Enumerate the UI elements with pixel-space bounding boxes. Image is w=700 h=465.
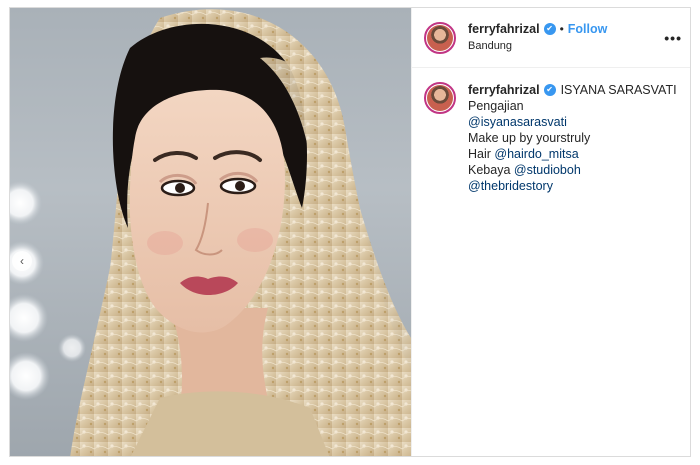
caption-line: Make up by yourstruly	[468, 131, 591, 145]
post-photo[interactable]: ‹	[10, 8, 411, 456]
mention-link[interactable]: @studioboh	[514, 162, 581, 178]
chevron-left-icon: ‹	[20, 254, 24, 268]
mention-link[interactable]: @thebridestory	[468, 178, 553, 194]
avatar[interactable]	[424, 21, 456, 54]
caption-line: Pengajian	[468, 99, 524, 113]
verified-badge-icon: ✔	[543, 84, 556, 96]
more-options-icon[interactable]: •••	[664, 30, 682, 46]
caption-username[interactable]: ferryfahrizal	[468, 82, 540, 98]
separator-dot: •	[559, 22, 564, 36]
header-text: ferryfahrizal ✔ • Follow Bandung	[468, 21, 607, 54]
light-bulb	[10, 352, 50, 400]
previous-photo-button[interactable]: ‹	[12, 251, 32, 271]
caption-title: ISYANA SARASVATI	[560, 83, 677, 97]
mention-link[interactable]: @hairdo_mitsa	[494, 146, 578, 162]
portrait-illustration	[10, 9, 411, 456]
post-username[interactable]: ferryfahrizal	[468, 21, 540, 37]
caption-kebaya-label: Kebaya	[468, 163, 514, 177]
light-bulb	[10, 181, 42, 225]
follow-button[interactable]: Follow	[568, 21, 608, 37]
light-bulb	[10, 294, 48, 342]
caption-text: ferryfahrizal ✔ ISYANA SARASVATI Pengaji…	[468, 82, 677, 194]
instagram-post-card: ‹ ferryfahrizal ✔ • Follow Bandung ••• f…	[9, 7, 691, 457]
light-bulb	[58, 334, 86, 362]
post-location[interactable]: Bandung	[468, 38, 607, 54]
post-side-panel: ferryfahrizal ✔ • Follow Bandung ••• fer…	[411, 8, 690, 456]
caption-block: ferryfahrizal ✔ ISYANA SARASVATI Pengaji…	[412, 68, 690, 194]
caption-avatar[interactable]	[424, 82, 456, 114]
verified-badge-icon: ✔	[543, 23, 556, 35]
post-header: ferryfahrizal ✔ • Follow Bandung •••	[412, 8, 690, 68]
caption-hair-label: Hair	[468, 147, 495, 161]
mention-link[interactable]: @isyanasarasvati	[468, 114, 567, 130]
